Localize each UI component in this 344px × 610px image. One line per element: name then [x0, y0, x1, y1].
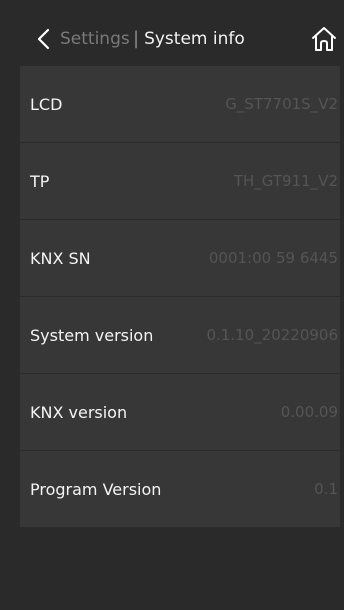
info-row-lcd: LCD G_ST7701S_V2	[20, 66, 340, 143]
info-row-program-version: Program Version 0.1	[20, 451, 340, 528]
back-label[interactable]: Settings	[60, 29, 130, 49]
info-row-system-version: System version 0.1.10_20220906	[20, 297, 340, 374]
info-value: TH_GT911_V2	[233, 172, 338, 190]
info-value: 0.00.09	[280, 403, 338, 421]
home-icon[interactable]	[310, 25, 338, 53]
info-value: 0.1.10_20220906	[206, 326, 338, 344]
info-row-knx-version: KNX version 0.00.09	[20, 374, 340, 451]
back-button[interactable]: Settings	[34, 24, 130, 54]
info-label: System version	[30, 326, 154, 345]
info-value: G_ST7701S_V2	[225, 95, 338, 113]
breadcrumb: | System info	[127, 28, 245, 49]
page-title: System info	[144, 28, 245, 49]
chevron-left-icon	[37, 28, 50, 50]
info-label: KNX version	[30, 403, 128, 422]
breadcrumb-separator: |	[133, 28, 140, 49]
system-info-screen: Settings | System info LCD G_ST7701S_V2 …	[0, 0, 344, 610]
info-row-tp: TP TH_GT911_V2	[20, 143, 340, 220]
info-label: Program Version	[30, 480, 162, 499]
info-label: KNX SN	[30, 249, 91, 268]
info-label: TP	[30, 172, 50, 191]
info-row-knx-sn: KNX SN 0001:00 59 6445	[20, 220, 340, 297]
info-value: 0.1	[314, 480, 338, 498]
info-value: 0001:00 59 6445	[208, 249, 338, 267]
info-label: LCD	[30, 95, 63, 114]
info-list: LCD G_ST7701S_V2 TP TH_GT911_V2 KNX SN 0…	[20, 66, 340, 528]
header-bar: Settings | System info	[0, 0, 344, 66]
